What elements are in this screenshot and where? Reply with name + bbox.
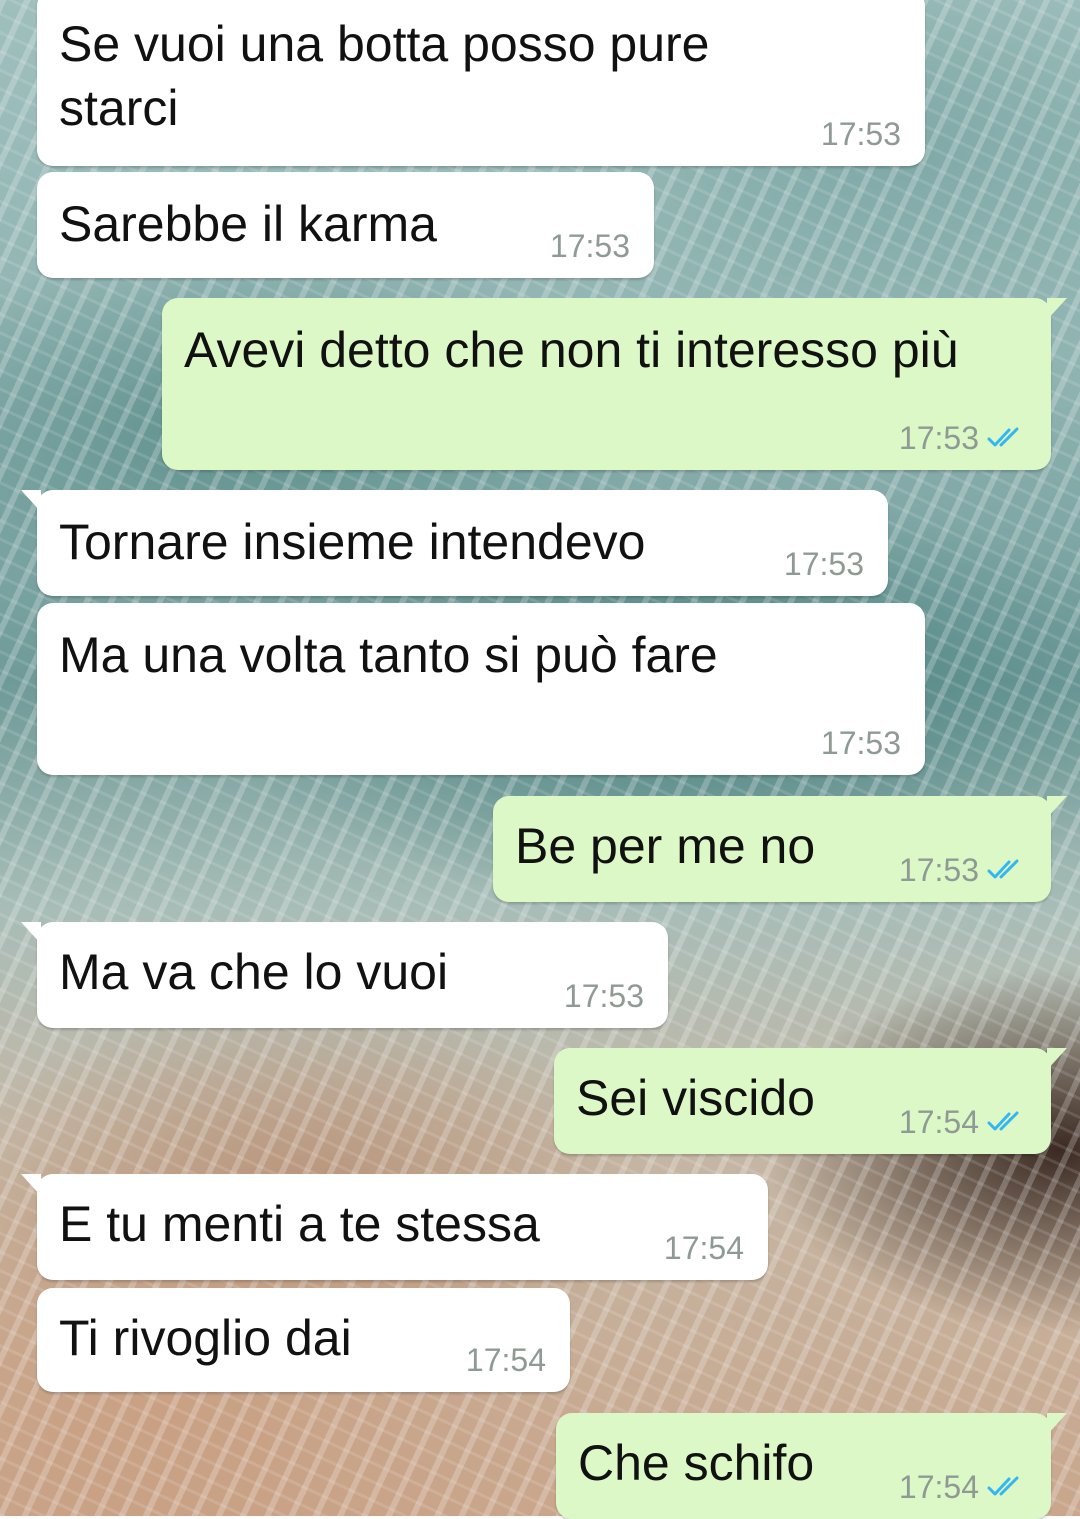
read-double-tick-icon xyxy=(987,427,1019,447)
message-bubble-incoming[interactable]: Tornare insieme intendevo 17:53 xyxy=(21,490,888,596)
message-meta: 17:53 xyxy=(784,546,864,582)
message-time: 17:54 xyxy=(898,1469,979,1505)
message-text: E tu menti a te stessa xyxy=(59,1196,540,1252)
message-meta: 17:53 xyxy=(899,420,1027,456)
message-text: Ma una volta tanto si può fare xyxy=(59,627,718,683)
message-meta: 17:53 xyxy=(821,116,901,152)
message-meta: 17:53 xyxy=(899,852,1027,888)
message-time: 17:53 xyxy=(563,978,644,1014)
read-double-tick-icon xyxy=(987,1476,1019,1496)
message-meta: 17:54 xyxy=(664,1230,744,1266)
message-bubble-incoming[interactable]: E tu menti a te stessa 17:54 xyxy=(21,1174,768,1280)
message-bubble-outgoing[interactable]: Avevi detto che non ti interesso più 17:… xyxy=(162,298,1067,470)
message-bubble-incoming[interactable]: Ti rivoglio dai 17:54 xyxy=(37,1288,570,1392)
message-meta: 17:54 xyxy=(899,1469,1027,1505)
message-text: Sarebbe il karma xyxy=(59,196,437,252)
message-time: 17:54 xyxy=(898,1104,979,1140)
message-meta: 17:53 xyxy=(564,978,644,1014)
message-meta: 17:53 xyxy=(550,228,630,264)
read-double-tick-icon xyxy=(987,1111,1019,1131)
message-meta: 17:54 xyxy=(899,1104,1027,1140)
message-time: 17:53 xyxy=(549,228,630,264)
message-bubble-outgoing[interactable]: Be per me no 17:53 xyxy=(493,796,1067,902)
message-meta: 17:54 xyxy=(466,1342,546,1378)
message-time: 17:54 xyxy=(663,1230,744,1266)
message-time: 17:53 xyxy=(783,546,864,582)
message-text: Avevi detto che non ti interesso più xyxy=(184,322,959,378)
message-time: 17:54 xyxy=(465,1342,546,1378)
message-meta: 17:53 xyxy=(821,725,901,761)
message-bubble-incoming[interactable]: Ma una volta tanto si può fare 17:53 xyxy=(37,603,925,775)
message-time: 17:53 xyxy=(898,852,979,888)
message-text: Se vuoi una botta posso pure starci xyxy=(59,16,724,136)
message-text: Ma va che lo vuoi xyxy=(59,944,449,1000)
message-time: 17:53 xyxy=(820,725,901,761)
message-bubble-incoming[interactable]: Ma va che lo vuoi 17:53 xyxy=(21,922,668,1028)
message-time: 17:53 xyxy=(820,116,901,152)
message-list[interactable]: Se vuoi una botta posso pure starci 17:5… xyxy=(0,0,1080,1519)
message-time: 17:53 xyxy=(898,420,979,456)
message-text: Tornare insieme intendevo xyxy=(59,514,646,570)
read-double-tick-icon xyxy=(987,859,1019,879)
message-bubble-outgoing[interactable]: Sei viscido 17:54 xyxy=(554,1048,1067,1154)
message-bubble-incoming[interactable]: Se vuoi una botta posso pure starci 17:5… xyxy=(37,0,925,166)
message-bubble-incoming[interactable]: Sarebbe il karma 17:53 xyxy=(37,172,654,278)
message-bubble-outgoing[interactable]: Che schifo 17:54 xyxy=(556,1413,1067,1519)
